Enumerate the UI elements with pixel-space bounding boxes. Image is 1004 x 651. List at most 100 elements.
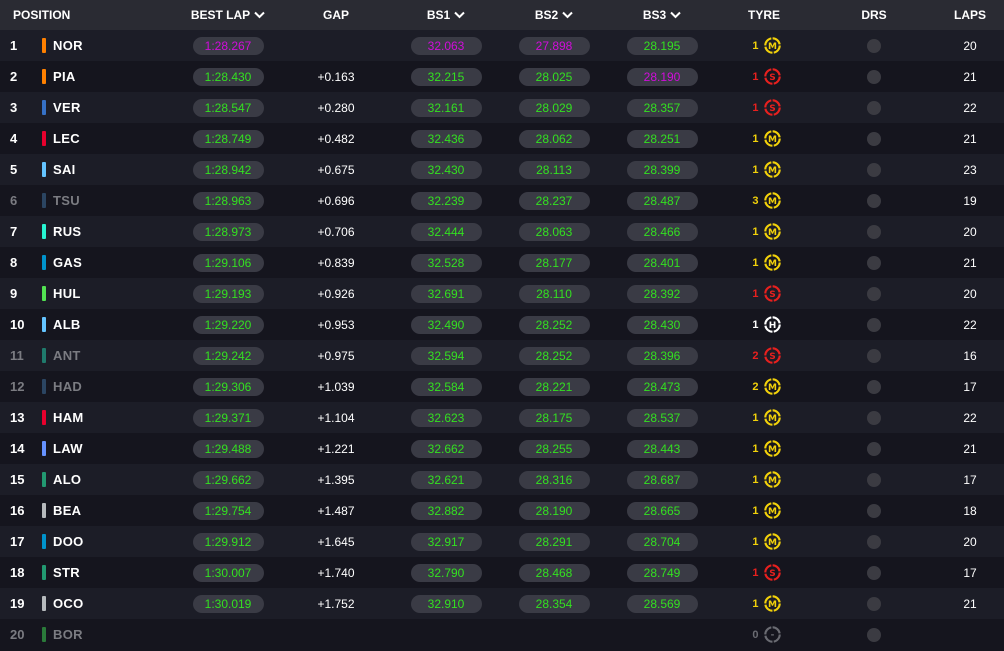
position-number: 7 bbox=[10, 224, 18, 239]
position-number: 12 bbox=[10, 379, 25, 394]
table-row[interactable]: 19 OCO 1:30.019 +1.752 32.910 28.354 28.… bbox=[0, 588, 1004, 619]
best-lap-time: 1:30.007 bbox=[192, 563, 264, 582]
table-row[interactable]: 3 VER 1:28.547 +0.280 32.161 28.029 28.3… bbox=[0, 92, 1004, 123]
position-number: 15 bbox=[10, 472, 25, 487]
driver-code[interactable]: HAD bbox=[53, 379, 82, 394]
gap-value: +0.163 bbox=[317, 69, 355, 84]
tyre-cell: 1 M bbox=[716, 253, 812, 272]
table-row[interactable]: 7 RUS 1:28.973 +0.706 32.444 28.063 28.4… bbox=[0, 216, 1004, 247]
bs1-cell: 32.917 bbox=[392, 532, 500, 551]
table-row[interactable]: 6 TSU 1:28.963 +0.696 32.239 28.237 28.4… bbox=[0, 185, 1004, 216]
table-row[interactable]: 15 ALO 1:29.662 +1.395 32.621 28.316 28.… bbox=[0, 464, 1004, 495]
driver-code[interactable]: NOR bbox=[53, 38, 83, 53]
laps-cell: 16 bbox=[936, 349, 1004, 363]
tyre-age: 2 bbox=[752, 380, 759, 393]
driver-code[interactable]: PIA bbox=[53, 69, 76, 84]
driver-code[interactable]: HUL bbox=[53, 286, 81, 301]
table-row[interactable]: 4 LEC 1:28.749 +0.482 32.436 28.062 28.2… bbox=[0, 123, 1004, 154]
drs-cell bbox=[812, 193, 936, 208]
driver-code[interactable]: SAI bbox=[53, 162, 76, 177]
table-row[interactable]: 1 NOR 1:28.267 32.063 27.898 28.195 1 M bbox=[0, 30, 1004, 61]
best-lap-cell: 1:29.220 bbox=[176, 315, 280, 334]
driver-code[interactable]: BEA bbox=[53, 503, 81, 518]
bs1-cell: 32.063 bbox=[392, 36, 500, 55]
tyre-cell: 1 M bbox=[716, 408, 812, 427]
table-row[interactable]: 2 PIA 1:28.430 +0.163 32.215 28.025 28.1… bbox=[0, 61, 1004, 92]
drs-indicator bbox=[867, 441, 881, 456]
position-number: 16 bbox=[10, 503, 25, 518]
drs-indicator bbox=[867, 472, 881, 487]
bs1-time: 32.691 bbox=[410, 284, 482, 303]
drs-indicator bbox=[867, 317, 881, 332]
driver-code[interactable]: LEC bbox=[53, 131, 80, 146]
driver-code[interactable]: BOR bbox=[53, 627, 83, 642]
bs3-time: 28.749 bbox=[626, 563, 698, 582]
table-row[interactable]: 18 STR 1:30.007 +1.740 32.790 28.468 28.… bbox=[0, 557, 1004, 588]
header-best-lap[interactable]: BEST LAP bbox=[176, 8, 280, 22]
medium-tyre-icon: M bbox=[763, 409, 781, 426]
driver-code[interactable]: RUS bbox=[53, 224, 81, 239]
tyre-age: 1 bbox=[752, 287, 759, 300]
table-row[interactable]: 13 HAM 1:29.371 +1.104 32.623 28.175 28.… bbox=[0, 402, 1004, 433]
bs1-time: 32.623 bbox=[410, 408, 482, 427]
header-bs1[interactable]: BS1 bbox=[392, 8, 500, 22]
bs2-time: 28.237 bbox=[518, 191, 590, 210]
tyre-age: 1 bbox=[752, 411, 759, 424]
tyre-compound-letter: M bbox=[768, 507, 777, 517]
tyre-compound-letter: S bbox=[769, 104, 776, 114]
soft-tyre-icon: S bbox=[763, 99, 781, 116]
position-cell: 1 NOR bbox=[0, 38, 176, 53]
drs-indicator bbox=[867, 255, 881, 270]
header-tyre[interactable]: TYRE bbox=[716, 8, 812, 22]
header-laps[interactable]: LAPS bbox=[936, 8, 1004, 22]
position-cell: 4 LEC bbox=[0, 131, 176, 146]
tyre-cell: 1 M bbox=[716, 222, 812, 241]
laps-count: 22 bbox=[963, 100, 977, 115]
driver-code[interactable]: TSU bbox=[53, 193, 80, 208]
table-row[interactable]: 8 GAS 1:29.106 +0.839 32.528 28.177 28.4… bbox=[0, 247, 1004, 278]
bs2-time: 28.063 bbox=[518, 222, 590, 241]
best-lap-cell: 1:28.430 bbox=[176, 67, 280, 86]
table-row[interactable]: 11 ANT 1:29.242 +0.975 32.594 28.252 28.… bbox=[0, 340, 1004, 371]
gap-cell: +0.696 bbox=[280, 194, 392, 208]
bs3-time: 28.704 bbox=[626, 532, 698, 551]
driver-code[interactable]: HAM bbox=[53, 410, 84, 425]
table-row[interactable]: 9 HUL 1:29.193 +0.926 32.691 28.110 28.3… bbox=[0, 278, 1004, 309]
table-row[interactable]: 10 ALB 1:29.220 +0.953 32.490 28.252 28.… bbox=[0, 309, 1004, 340]
header-bs3[interactable]: BS3 bbox=[608, 8, 716, 22]
driver-code[interactable]: OCO bbox=[53, 596, 84, 611]
header-drs[interactable]: DRS bbox=[812, 8, 936, 22]
driver-code[interactable]: VER bbox=[53, 100, 81, 115]
bs3-cell: 28.687 bbox=[608, 470, 716, 489]
header-gap[interactable]: GAP bbox=[280, 8, 392, 22]
table-row[interactable]: 17 DOO 1:29.912 +1.645 32.917 28.291 28.… bbox=[0, 526, 1004, 557]
driver-code[interactable]: GAS bbox=[53, 255, 82, 270]
gap-value: +1.221 bbox=[317, 441, 355, 456]
best-lap-time: 1:29.662 bbox=[192, 470, 264, 489]
best-lap-time: 1:29.371 bbox=[192, 408, 264, 427]
driver-code[interactable]: ALB bbox=[53, 317, 81, 332]
laps-count: 21 bbox=[963, 131, 977, 146]
table-row[interactable]: 16 BEA 1:29.754 +1.487 32.882 28.190 28.… bbox=[0, 495, 1004, 526]
table-row[interactable]: 14 LAW 1:29.488 +1.221 32.662 28.255 28.… bbox=[0, 433, 1004, 464]
table-row[interactable]: 20 BOR 0 - bbox=[0, 619, 1004, 650]
tyre-compound-letter: M bbox=[768, 197, 777, 207]
laps-count: 17 bbox=[963, 379, 977, 394]
medium-tyre-icon: M bbox=[763, 161, 781, 178]
soft-tyre-icon: S bbox=[763, 68, 781, 85]
gap-value: +1.740 bbox=[317, 565, 355, 580]
driver-code[interactable]: STR bbox=[53, 565, 80, 580]
bs1-time: 32.917 bbox=[410, 532, 482, 551]
table-row[interactable]: 12 HAD 1:29.306 +1.039 32.584 28.221 28.… bbox=[0, 371, 1004, 402]
bs3-cell: 28.749 bbox=[608, 563, 716, 582]
tyre-cell: 1 M bbox=[716, 36, 812, 55]
driver-code[interactable]: ALO bbox=[53, 472, 81, 487]
bs1-time: 32.528 bbox=[410, 253, 482, 272]
driver-code[interactable]: ANT bbox=[53, 348, 81, 363]
driver-code[interactable]: DOO bbox=[53, 534, 84, 549]
header-bs2[interactable]: BS2 bbox=[500, 8, 608, 22]
header-position[interactable]: POSITION bbox=[0, 8, 176, 22]
driver-code[interactable]: LAW bbox=[53, 441, 83, 456]
best-lap-cell: 1:29.193 bbox=[176, 284, 280, 303]
table-row[interactable]: 5 SAI 1:28.942 +0.675 32.430 28.113 28.3… bbox=[0, 154, 1004, 185]
